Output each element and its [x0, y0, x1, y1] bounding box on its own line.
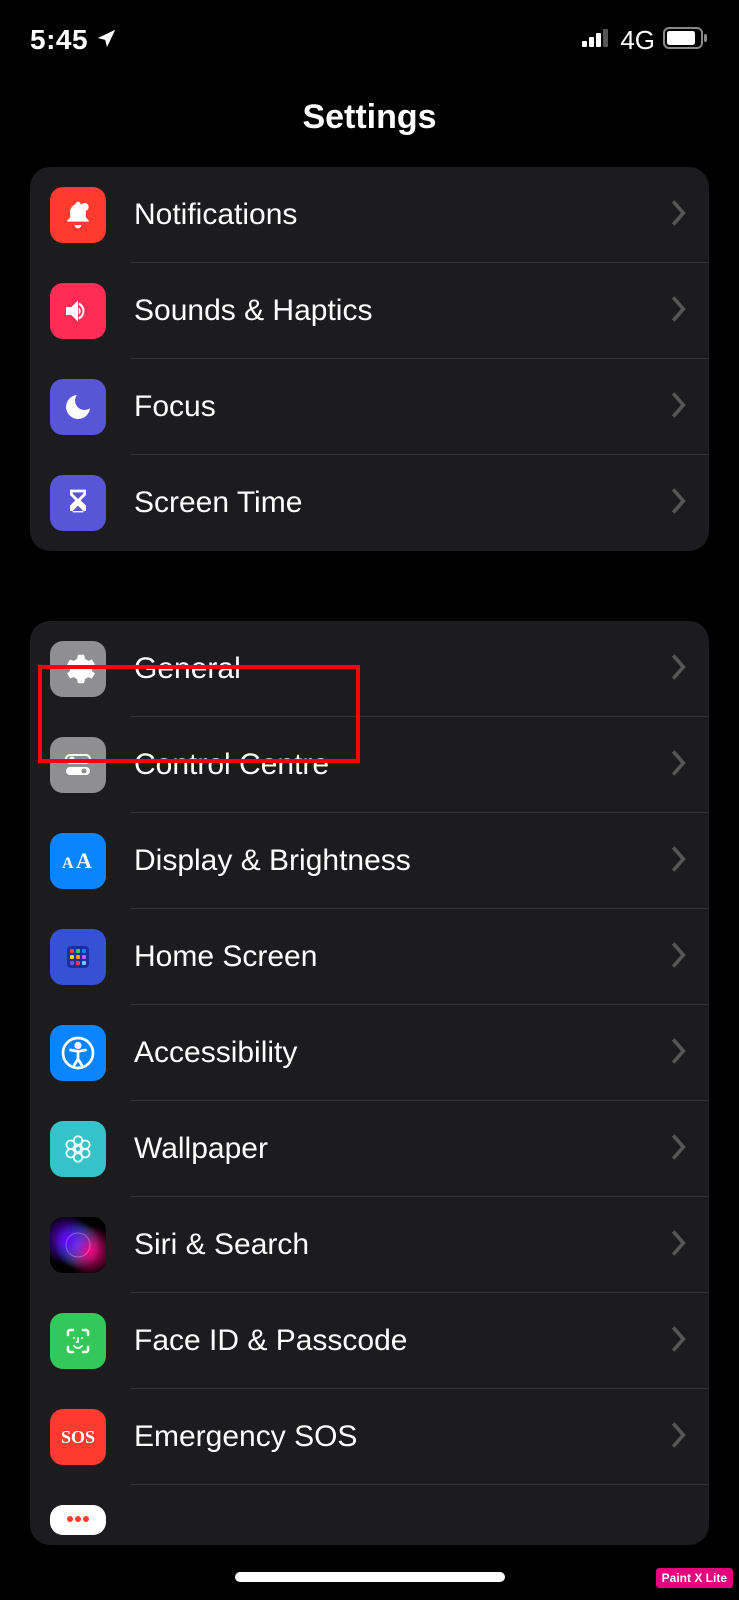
settings-row-homescreen[interactable]: Home Screen [30, 909, 709, 1005]
chevron-right-icon [671, 654, 687, 685]
header: Settings [0, 60, 739, 167]
status-left: 5:45 [30, 24, 118, 56]
gear-icon [50, 641, 106, 697]
status-bar: 5:45 4G [0, 0, 739, 60]
hourglass-icon [50, 475, 106, 531]
status-right: 4G [582, 25, 709, 56]
chevron-right-icon [671, 488, 687, 519]
row-label: Home Screen [134, 940, 671, 974]
settings-row-partial[interactable]: . [30, 1485, 709, 1545]
flower-icon [50, 1121, 106, 1177]
svg-text:A: A [76, 848, 92, 873]
location-icon [96, 27, 118, 54]
chevron-right-icon [671, 942, 687, 973]
siri-icon [50, 1217, 106, 1273]
moon-icon [50, 379, 106, 435]
settings-row-display[interactable]: AA Display & Brightness [30, 813, 709, 909]
settings-row-accessibility[interactable]: Accessibility [30, 1005, 709, 1101]
chevron-right-icon [671, 392, 687, 423]
settings-row-siri[interactable]: Siri & Search [30, 1197, 709, 1293]
status-time: 5:45 [30, 24, 88, 56]
settings-row-wallpaper[interactable]: Wallpaper [30, 1101, 709, 1197]
settings-row-sos[interactable]: SOS Emergency SOS [30, 1389, 709, 1485]
chevron-right-icon [671, 296, 687, 327]
grid-icon [50, 929, 106, 985]
row-label: General [134, 652, 671, 686]
row-label: Control Centre [134, 748, 671, 782]
network-label: 4G [620, 25, 655, 56]
svg-text:SOS: SOS [61, 1427, 95, 1447]
settings-row-focus[interactable]: Focus [30, 359, 709, 455]
settings-row-control-centre[interactable]: Control Centre [30, 717, 709, 813]
chevron-right-icon [671, 750, 687, 781]
chevron-right-icon [671, 1422, 687, 1453]
battery-icon [663, 27, 709, 54]
row-label: Face ID & Passcode [134, 1324, 671, 1358]
settings-section-1: Notifications Sounds & Haptics Focus Scr… [30, 167, 709, 551]
settings-row-general[interactable]: General [30, 621, 709, 717]
row-label: Wallpaper [134, 1132, 671, 1166]
aa-icon: AA [50, 833, 106, 889]
toggle-icon [50, 737, 106, 793]
chevron-right-icon [671, 1326, 687, 1357]
chevron-right-icon [671, 846, 687, 877]
sos-icon: SOS [50, 1409, 106, 1465]
partial-icon [50, 1505, 106, 1535]
row-label: Sounds & Haptics [134, 294, 671, 328]
row-label: Siri & Search [134, 1228, 671, 1262]
bell-icon [50, 187, 106, 243]
settings-row-screentime[interactable]: Screen Time [30, 455, 709, 551]
settings-row-notifications[interactable]: Notifications [30, 167, 709, 263]
chevron-right-icon [671, 200, 687, 231]
chevron-right-icon [671, 1134, 687, 1165]
row-label: Display & Brightness [134, 844, 671, 878]
settings-section-2: General Control Centre AA Display & Brig… [30, 621, 709, 1545]
accessibility-icon [50, 1025, 106, 1081]
row-label: Accessibility [134, 1036, 671, 1070]
chevron-right-icon [671, 1230, 687, 1261]
row-label: Screen Time [134, 486, 671, 520]
face-icon [50, 1313, 106, 1369]
signal-icon [582, 29, 612, 52]
speaker-icon [50, 283, 106, 339]
page-title: Settings [0, 98, 739, 137]
settings-row-sounds[interactable]: Sounds & Haptics [30, 263, 709, 359]
row-label: Emergency SOS [134, 1420, 671, 1454]
settings-row-faceid[interactable]: Face ID & Passcode [30, 1293, 709, 1389]
svg-text:A: A [62, 855, 74, 872]
watermark: Paint X Lite [656, 1568, 733, 1588]
row-label: Focus [134, 390, 671, 424]
chevron-right-icon [671, 1038, 687, 1069]
home-indicator[interactable] [235, 1572, 505, 1582]
row-label: Notifications [134, 198, 671, 232]
